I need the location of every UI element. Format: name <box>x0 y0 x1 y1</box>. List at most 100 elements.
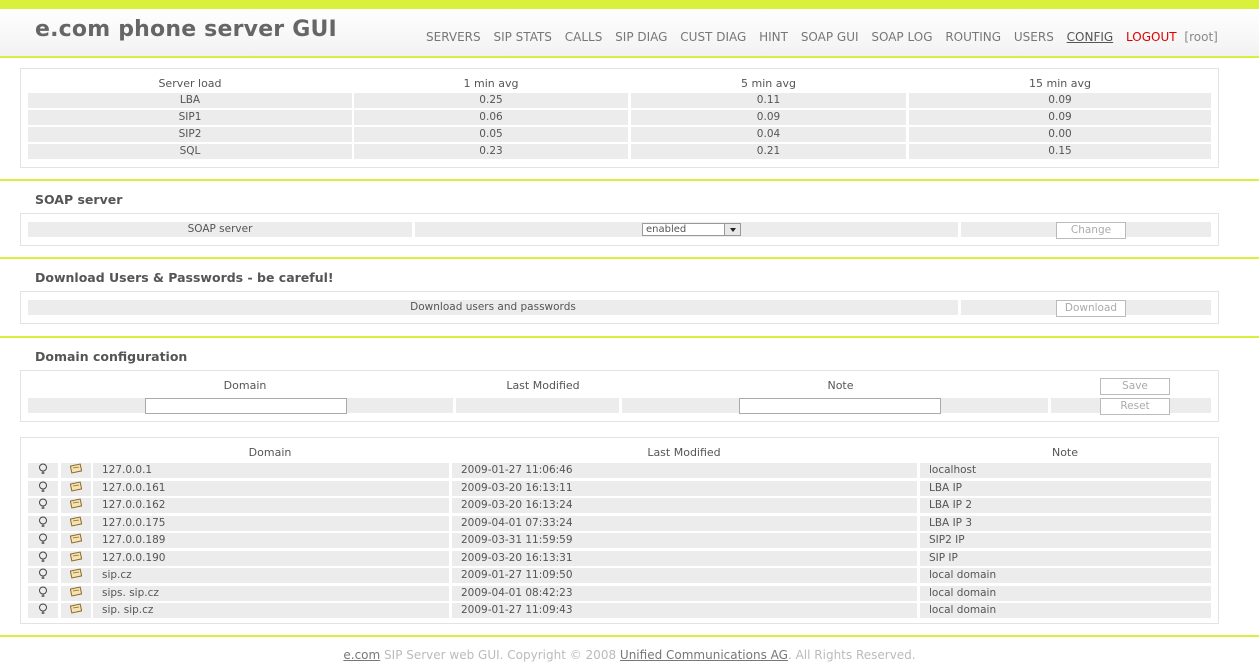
nav-cust-diag[interactable]: CUST DIAG <box>680 30 746 44</box>
soap-button-cell: Change <box>961 222 1211 239</box>
edit-icon[interactable] <box>61 498 91 513</box>
domain-list-panel: Domain Last Modified Note 127.0.0.1 2009-… <box>20 437 1219 624</box>
soap-select-cell: enabled <box>415 222 958 237</box>
edit-icon[interactable] <box>61 463 91 478</box>
form-header-last-modified: Last Modified <box>506 379 580 392</box>
footer-text: SIP Server web GUI. Copyright © 2008 <box>380 648 620 662</box>
domain-cell: 127.0.0.190 <box>93 550 449 566</box>
logout-link[interactable]: LOGOUT <box>1126 30 1177 44</box>
nav-hint[interactable]: HINT <box>759 30 788 44</box>
domain-input[interactable] <box>145 398 347 414</box>
download-panel: Download users and passwords Download <box>20 291 1219 324</box>
note-cell: localhost <box>920 463 1211 478</box>
chevron-down-icon <box>724 224 740 235</box>
load-value: 0.00 <box>909 127 1211 142</box>
bulb-icon[interactable] <box>28 585 58 601</box>
server-load-section: Server load 1 min avg 5 min avg 15 min a… <box>0 58 1259 181</box>
edit-icon[interactable] <box>61 550 91 566</box>
domain-cell: 127.0.0.162 <box>93 498 449 513</box>
load-value: 0.04 <box>631 127 906 142</box>
nav-routing[interactable]: ROUTING <box>945 30 1001 44</box>
note-cell: LBA IP 3 <box>920 515 1211 531</box>
change-button[interactable]: Change <box>1056 222 1126 239</box>
soap-panel: SOAP server enabled Change <box>20 213 1219 246</box>
nav-users[interactable]: USERS <box>1014 30 1054 44</box>
bulb-icon[interactable] <box>28 515 58 531</box>
bulb-icon[interactable] <box>28 550 58 566</box>
download-button[interactable]: Download <box>1056 300 1126 317</box>
nav-servers[interactable]: SERVERS <box>426 30 481 44</box>
bulb-icon[interactable] <box>28 480 58 496</box>
edit-icon[interactable] <box>61 585 91 601</box>
app-title: e.com phone server GUI <box>35 17 337 42</box>
note-cell: SIP IP <box>920 550 1211 566</box>
form-header-note: Note <box>827 379 854 392</box>
edit-icon[interactable] <box>61 568 91 583</box>
nav-soap-gui[interactable]: SOAP GUI <box>801 30 859 44</box>
last-modified-cell: 2009-01-27 11:06:46 <box>452 463 917 478</box>
note-cell: local domain <box>920 603 1211 618</box>
nav-sip-stats[interactable]: SIP STATS <box>493 30 551 44</box>
nav-calls[interactable]: CALLS <box>565 30 603 44</box>
soap-section: SOAP server SOAP server enabled Change <box>0 181 1259 259</box>
last-modified-cell: 2009-03-20 16:13:11 <box>452 480 917 496</box>
note-cell: local domain <box>920 568 1211 583</box>
server-name: SQL <box>28 144 352 159</box>
save-button[interactable]: Save <box>1100 378 1170 395</box>
domain-cell: sips. sip.cz <box>93 585 449 601</box>
reset-button-cell: Reset <box>1051 398 1211 415</box>
bulb-icon[interactable] <box>28 603 58 618</box>
note-input[interactable] <box>739 398 941 414</box>
download-section: Download Users & Passwords - be careful!… <box>0 259 1259 338</box>
last-modified-cell: 2009-04-01 08:42:23 <box>452 585 917 601</box>
last-modified-cell: 2009-01-27 11:09:50 <box>452 568 917 583</box>
soap-select[interactable]: enabled <box>642 223 741 236</box>
load-value: 0.11 <box>631 93 906 108</box>
domain-cell: 127.0.0.1 <box>93 463 449 478</box>
footer-link-ecom[interactable]: e.com <box>343 648 380 662</box>
form-header-domain: Domain <box>223 379 267 392</box>
bulb-icon[interactable] <box>28 568 58 583</box>
domain-input-cell <box>28 398 453 414</box>
reset-button[interactable]: Reset <box>1100 398 1170 415</box>
domain-cell: 127.0.0.175 <box>93 515 449 531</box>
list-header-domain: Domain <box>248 446 292 459</box>
list-header-note: Note <box>1051 446 1079 459</box>
nav-soap-log[interactable]: SOAP LOG <box>871 30 932 44</box>
current-user: [root] <box>1184 30 1218 44</box>
server-name: LBA <box>28 93 352 108</box>
col-header-15min: 15 min avg <box>1029 77 1091 90</box>
bulb-icon[interactable] <box>28 533 58 548</box>
edit-icon[interactable] <box>61 515 91 531</box>
server-name: SIP1 <box>28 110 352 125</box>
bulb-icon[interactable] <box>28 498 58 513</box>
domain-cell: sip. sip.cz <box>93 603 449 618</box>
edit-icon[interactable] <box>61 533 91 548</box>
domain-config-title: Domain configuration <box>35 349 188 364</box>
domain-config-section: Domain configuration Domain Last Modifie… <box>0 338 1259 637</box>
last-modified-cell: 2009-04-01 07:33:24 <box>452 515 917 531</box>
load-value: 0.25 <box>354 93 628 108</box>
bulb-icon[interactable] <box>28 463 58 478</box>
domain-cell: sip.cz <box>93 568 449 583</box>
last-modified-cell: 2009-03-31 11:59:59 <box>452 533 917 548</box>
domain-cell: 127.0.0.189 <box>93 533 449 548</box>
footer: e.com SIP Server web GUI. Copyright © 20… <box>0 648 1259 662</box>
col-header-server-load: Server load <box>158 77 222 90</box>
last-modified-cell: 2009-01-27 11:09:43 <box>452 603 917 618</box>
footer-link-company[interactable]: Unified Communications AG <box>620 648 788 662</box>
download-section-title: Download Users & Passwords - be careful! <box>35 270 334 285</box>
edit-icon[interactable] <box>61 603 91 618</box>
top-bar: e.com phone server GUI SERVERS SIP STATS… <box>0 0 1259 58</box>
load-value: 0.15 <box>909 144 1211 159</box>
last-modified-cell: 2009-03-20 16:13:31 <box>452 550 917 566</box>
load-value: 0.09 <box>909 110 1211 125</box>
note-input-cell <box>622 398 1048 414</box>
server-name: SIP2 <box>28 127 352 142</box>
nav-sip-diag[interactable]: SIP DIAG <box>615 30 667 44</box>
nav-config[interactable]: CONFIG <box>1067 30 1114 44</box>
note-cell: LBA IP 2 <box>920 498 1211 513</box>
edit-icon[interactable] <box>61 480 91 496</box>
main-nav: SERVERS SIP STATS CALLS SIP DIAG CUST DI… <box>426 30 1218 44</box>
last-modified-cell: 2009-03-20 16:13:24 <box>452 498 917 513</box>
